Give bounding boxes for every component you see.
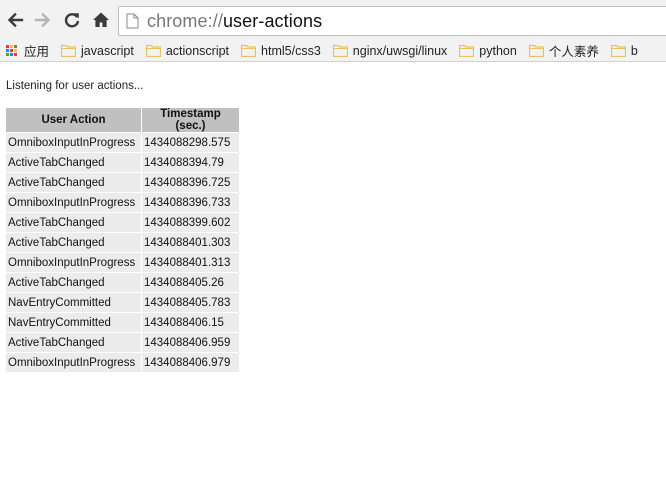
timestamp-cell: 1434088396.733 bbox=[142, 193, 239, 212]
back-button[interactable] bbox=[2, 7, 28, 33]
table-row: OmniboxInputInProgress 1434088298.575 bbox=[6, 133, 239, 152]
bookmark-folder[interactable]: html5/css3 bbox=[241, 40, 321, 61]
action-cell: NavEntryCommitted bbox=[6, 313, 141, 332]
header-timestamp: Timestamp (sec.) bbox=[142, 108, 239, 132]
action-cell: ActiveTabChanged bbox=[6, 333, 141, 352]
folder-icon bbox=[528, 44, 544, 57]
url-scheme: chrome:// bbox=[147, 10, 223, 31]
table-row: OmniboxInputInProgress 1434088406.979 bbox=[6, 353, 239, 372]
action-cell: ActiveTabChanged bbox=[6, 153, 141, 172]
table-row: ActiveTabChanged 1434088401.303 bbox=[6, 233, 239, 252]
action-cell: ActiveTabChanged bbox=[6, 233, 141, 252]
table-row: NavEntryCommitted 1434088405.783 bbox=[6, 293, 239, 312]
table-row: ActiveTabChanged 1434088396.725 bbox=[6, 173, 239, 192]
reload-button[interactable] bbox=[59, 7, 85, 33]
timestamp-cell: 1434088399.602 bbox=[142, 213, 239, 232]
bookmark-label: actionscript bbox=[165, 43, 230, 58]
action-cell: OmniboxInputInProgress bbox=[6, 353, 141, 372]
arrow-left-icon bbox=[7, 12, 24, 28]
table-header-row: User Action Timestamp (sec.) bbox=[6, 108, 239, 132]
url-path: user-actions bbox=[222, 10, 323, 31]
action-cell: OmniboxInputInProgress bbox=[6, 193, 141, 212]
folder-icon bbox=[610, 44, 626, 57]
table-row: NavEntryCommitted 1434088406.15 bbox=[6, 313, 239, 332]
bookmark-label: html5/css3 bbox=[261, 43, 321, 58]
bookmark-apps-label: 应用 bbox=[24, 45, 50, 59]
table-row: ActiveTabChanged 1434088394.79 bbox=[6, 153, 239, 172]
bookmark-folder[interactable]: javascript bbox=[61, 40, 134, 61]
omnibox[interactable]: chrome://user-actions bbox=[118, 6, 666, 36]
page-content: Listening for user actions... User Actio… bbox=[6, 79, 240, 373]
bookmark-folder[interactable]: b bbox=[610, 40, 638, 61]
bookmark-label: nginx/uwsgi/linux bbox=[352, 43, 448, 58]
action-cell: ActiveTabChanged bbox=[6, 173, 141, 192]
folder-icon bbox=[145, 44, 161, 57]
timestamp-cell: 1434088401.313 bbox=[142, 253, 239, 272]
timestamp-cell: 1434088401.303 bbox=[142, 233, 239, 252]
bookmark-label: python bbox=[479, 43, 517, 58]
bookmark-folder[interactable]: nginx/uwsgi/linux bbox=[332, 40, 448, 61]
bookmark-folder[interactable]: python bbox=[459, 40, 517, 61]
action-cell: OmniboxInputInProgress bbox=[6, 133, 141, 152]
bookmarks-bar: 应用 javascript actionscript html5/css3 nginx… bbox=[0, 40, 666, 62]
bookmark-folder[interactable]: actionscript bbox=[145, 40, 230, 61]
timestamp-cell: 1434088394.79 bbox=[142, 153, 239, 172]
browser-toolbar: chrome://user-actions bbox=[0, 0, 666, 40]
forward-button[interactable] bbox=[30, 7, 56, 33]
reload-icon bbox=[64, 13, 80, 28]
timestamp-cell: 1434088405.26 bbox=[142, 273, 239, 292]
bookmark-folder[interactable]: 个人素养 bbox=[528, 40, 599, 61]
timestamp-cell: 1434088405.783 bbox=[142, 293, 239, 312]
action-cell: ActiveTabChanged bbox=[6, 213, 141, 232]
action-cell: NavEntryCommitted bbox=[6, 293, 141, 312]
bookmark-label: javascript bbox=[81, 43, 134, 58]
action-cell: ActiveTabChanged bbox=[6, 273, 141, 292]
table-row: OmniboxInputInProgress 1434088396.733 bbox=[6, 193, 239, 212]
timestamp-cell: 1434088406.959 bbox=[142, 333, 239, 352]
bookmark-label: b bbox=[630, 43, 638, 58]
home-button[interactable] bbox=[88, 7, 114, 33]
listening-status: Listening for user actions... bbox=[6, 80, 144, 92]
timestamp-cell: 1434088298.575 bbox=[142, 133, 239, 152]
table-row: ActiveTabChanged 1434088399.602 bbox=[6, 213, 239, 232]
page-icon bbox=[126, 13, 139, 29]
timestamp-cell: 1434088396.725 bbox=[142, 173, 239, 192]
timestamp-cell: 1434088406.979 bbox=[142, 353, 239, 372]
folder-icon bbox=[459, 44, 475, 57]
url-text: chrome://user-actions bbox=[147, 11, 322, 32]
folder-icon bbox=[241, 44, 257, 57]
bookmark-label: 个人素养 bbox=[548, 45, 599, 59]
action-cell: OmniboxInputInProgress bbox=[6, 253, 141, 272]
folder-icon bbox=[332, 44, 348, 57]
bookmark-apps[interactable]: 应用 bbox=[0, 40, 50, 61]
user-actions-table: User Action Timestamp (sec.) OmniboxInpu… bbox=[5, 107, 240, 373]
apps-grid-icon bbox=[6, 45, 17, 56]
folder-icon bbox=[61, 44, 77, 57]
table-row: OmniboxInputInProgress 1434088401.313 bbox=[6, 253, 239, 272]
timestamp-cell: 1434088406.15 bbox=[142, 313, 239, 332]
table-row: ActiveTabChanged 1434088406.959 bbox=[6, 333, 239, 352]
home-icon bbox=[93, 12, 109, 27]
table-row: ActiveTabChanged 1434088405.26 bbox=[6, 273, 239, 292]
arrow-right-icon bbox=[34, 12, 51, 28]
bookmark-folders: javascript actionscript html5/css3 nginx/uw… bbox=[61, 40, 638, 61]
header-user-action: User Action bbox=[6, 108, 141, 132]
